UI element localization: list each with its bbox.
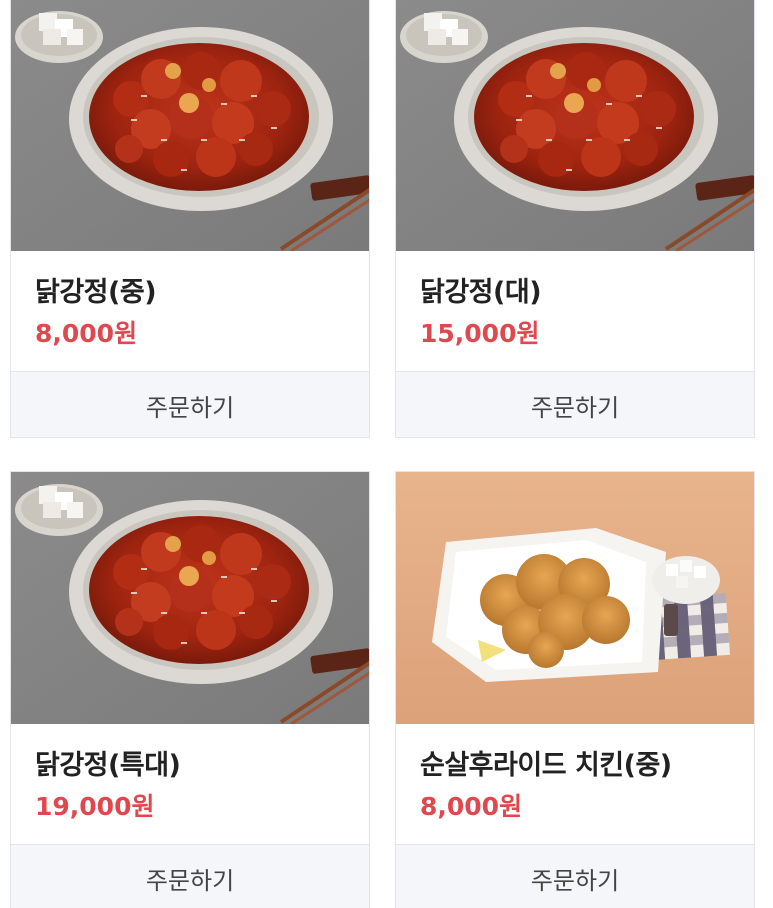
order-button[interactable]: 주문하기 (396, 371, 754, 437)
product-price: 8,000원 (420, 792, 523, 821)
product-name: 닭강정(대) (420, 277, 542, 308)
product-name: 닭강정(특대) (35, 750, 181, 781)
product-card[interactable]: 닭강정(특대) 19,000원 주문하기 (10, 471, 370, 908)
product-price: 19,000원 (35, 792, 155, 821)
product-card[interactable]: 닭강정(중) 8,000원 주문하기 (10, 0, 370, 438)
product-info: 순살후라이드 치킨(중) 8,000원 (396, 724, 754, 844)
product-card[interactable]: 닭강정(대) 15,000원 주문하기 (395, 0, 755, 438)
product-info: 닭강정(대) 15,000원 (396, 251, 754, 371)
product-image[interactable] (11, 472, 369, 724)
product-info: 닭강정(중) 8,000원 (11, 251, 369, 371)
product-image[interactable] (11, 0, 369, 251)
order-button[interactable]: 주문하기 (396, 844, 754, 908)
product-info: 닭강정(특대) 19,000원 (11, 724, 369, 844)
product-grid: 닭강정(중) 8,000원 주문하기 닭강정(대) 15,000원 주문하기 닭… (0, 0, 773, 908)
product-card[interactable]: 순살후라이드 치킨(중) 8,000원 주문하기 (395, 471, 755, 908)
product-image[interactable] (396, 472, 754, 724)
order-button[interactable]: 주문하기 (11, 844, 369, 908)
product-name: 순살후라이드 치킨(중) (420, 750, 672, 781)
product-price: 15,000원 (420, 319, 540, 348)
product-name: 닭강정(중) (35, 277, 157, 308)
product-price: 8,000원 (35, 319, 138, 348)
product-image[interactable] (396, 0, 754, 251)
order-button[interactable]: 주문하기 (11, 371, 369, 437)
